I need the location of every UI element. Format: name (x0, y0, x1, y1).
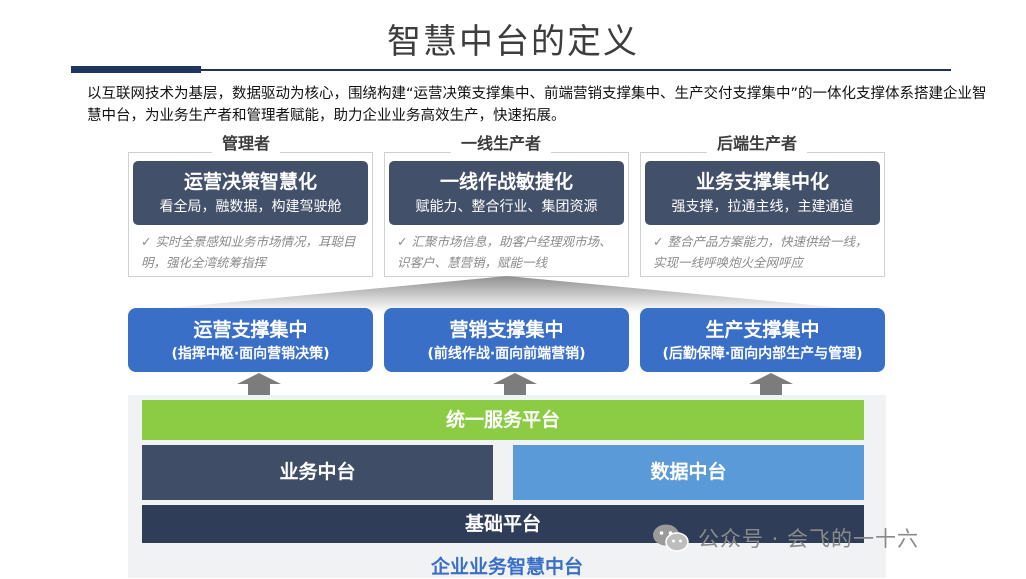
role-card-manager: 运营决策智慧化 看全局，融数据，构建驾驶舱 ✓ 实时全景感知业务市场情况，耳聪目明… (128, 152, 373, 277)
role-note: ✓ 实时全景感知业务市场情况，耳聪目明，强化全湾统筹指挥 (141, 231, 363, 273)
center-heading: 生产支撑集中 (705, 319, 820, 341)
center-marketing: 营销支撑集中 (前线作战·面向前端营销) (384, 308, 629, 372)
page-title: 智慧中台的定义 (387, 22, 639, 62)
role-subheading: 赋能力、整合行业、集团资源 (415, 199, 598, 215)
up-arrow-icon (749, 373, 793, 395)
data-middle-platform: 数据中台 (513, 445, 864, 500)
up-arrow-icon (493, 373, 537, 395)
role-card-header: 运营决策智慧化 看全局，融数据，构建驾驶舱 (133, 161, 368, 225)
role-note: ✓ 汇聚市场信息，助客户经理观市场、识客户、慧营销，赋能一线 (397, 231, 619, 273)
check-icon: ✓ (653, 234, 664, 249)
role-tag-manager: 管理者 (212, 133, 281, 155)
role-card-backend: 业务支撑集中化 强支撑，拉通主线，主建通道 ✓ 整合产品方案能力，快速供给一线，实… (640, 152, 885, 277)
role-card-header: 一线作战敏捷化 赋能力、整合行业、集团资源 (389, 161, 624, 225)
center-subheading: (前线作战·面向前端营销) (427, 346, 586, 362)
center-heading: 营销支撑集中 (449, 319, 564, 341)
center-subheading: (指挥中枢·面向营销决策) (171, 346, 330, 362)
platform-caption: 企业业务智慧中台 (430, 556, 583, 578)
role-card-header: 业务支撑集中化 强支撑，拉通主线，主建通道 (645, 161, 880, 225)
role-note-text: 实时全景感知业务市场情况，耳聪目明，强化全湾统筹指挥 (141, 234, 356, 270)
business-middle-platform: 业务中台 (142, 445, 493, 500)
role-note-text: 整合产品方案能力，快速供给一线，实现一线呼唤炮火全网呼应 (653, 234, 868, 270)
role-subheading: 强支撑，拉通主线，主建通道 (671, 199, 854, 215)
center-subheading: (后勤保障·面向内部生产与管理) (662, 346, 863, 362)
center-operations: 运营支撑集中 (指挥中枢·面向营销决策) (128, 308, 373, 372)
up-arrow-icon (237, 373, 281, 395)
watermark-text: 公众号 · 会飞的一十六 (698, 527, 920, 551)
wechat-icon (653, 524, 689, 552)
check-icon: ✓ (397, 234, 408, 249)
role-note: ✓ 整合产品方案能力，快速供给一线，实现一线呼唤炮火全网呼应 (653, 231, 875, 273)
role-note-text: 汇聚市场信息，助客户经理观市场、识客户、慧营销，赋能一线 (397, 234, 612, 270)
title-divider-accent (71, 66, 201, 73)
check-icon: ✓ (141, 234, 152, 249)
role-heading: 一线作战敏捷化 (439, 171, 573, 193)
unified-service-platform: 统一服务平台 (142, 400, 864, 440)
role-card-frontline: 一线作战敏捷化 赋能力、整合行业、集团资源 ✓ 汇聚市场信息，助客户经理观市场、识… (384, 152, 629, 277)
role-heading: 业务支撑集中化 (695, 171, 829, 193)
watermark: 公众号 · 会飞的一十六 (652, 521, 919, 555)
center-heading: 运营支撑集中 (193, 319, 308, 341)
description-text: 以互联网技术为基层，数据驱动为核心，围绕构建“运营决策支撑集中、前端营销支撑集中… (87, 86, 987, 124)
title-divider (71, 69, 951, 71)
funnel-gradient (128, 276, 886, 312)
role-heading: 运营决策智慧化 (183, 171, 317, 193)
role-tag-frontline: 一线生产者 (451, 133, 552, 155)
role-tag-backend: 后端生产者 (707, 133, 808, 155)
role-subheading: 看全局，融数据，构建驾驶舱 (159, 199, 342, 215)
center-production: 生产支撑集中 (后勤保障·面向内部生产与管理) (640, 308, 885, 372)
